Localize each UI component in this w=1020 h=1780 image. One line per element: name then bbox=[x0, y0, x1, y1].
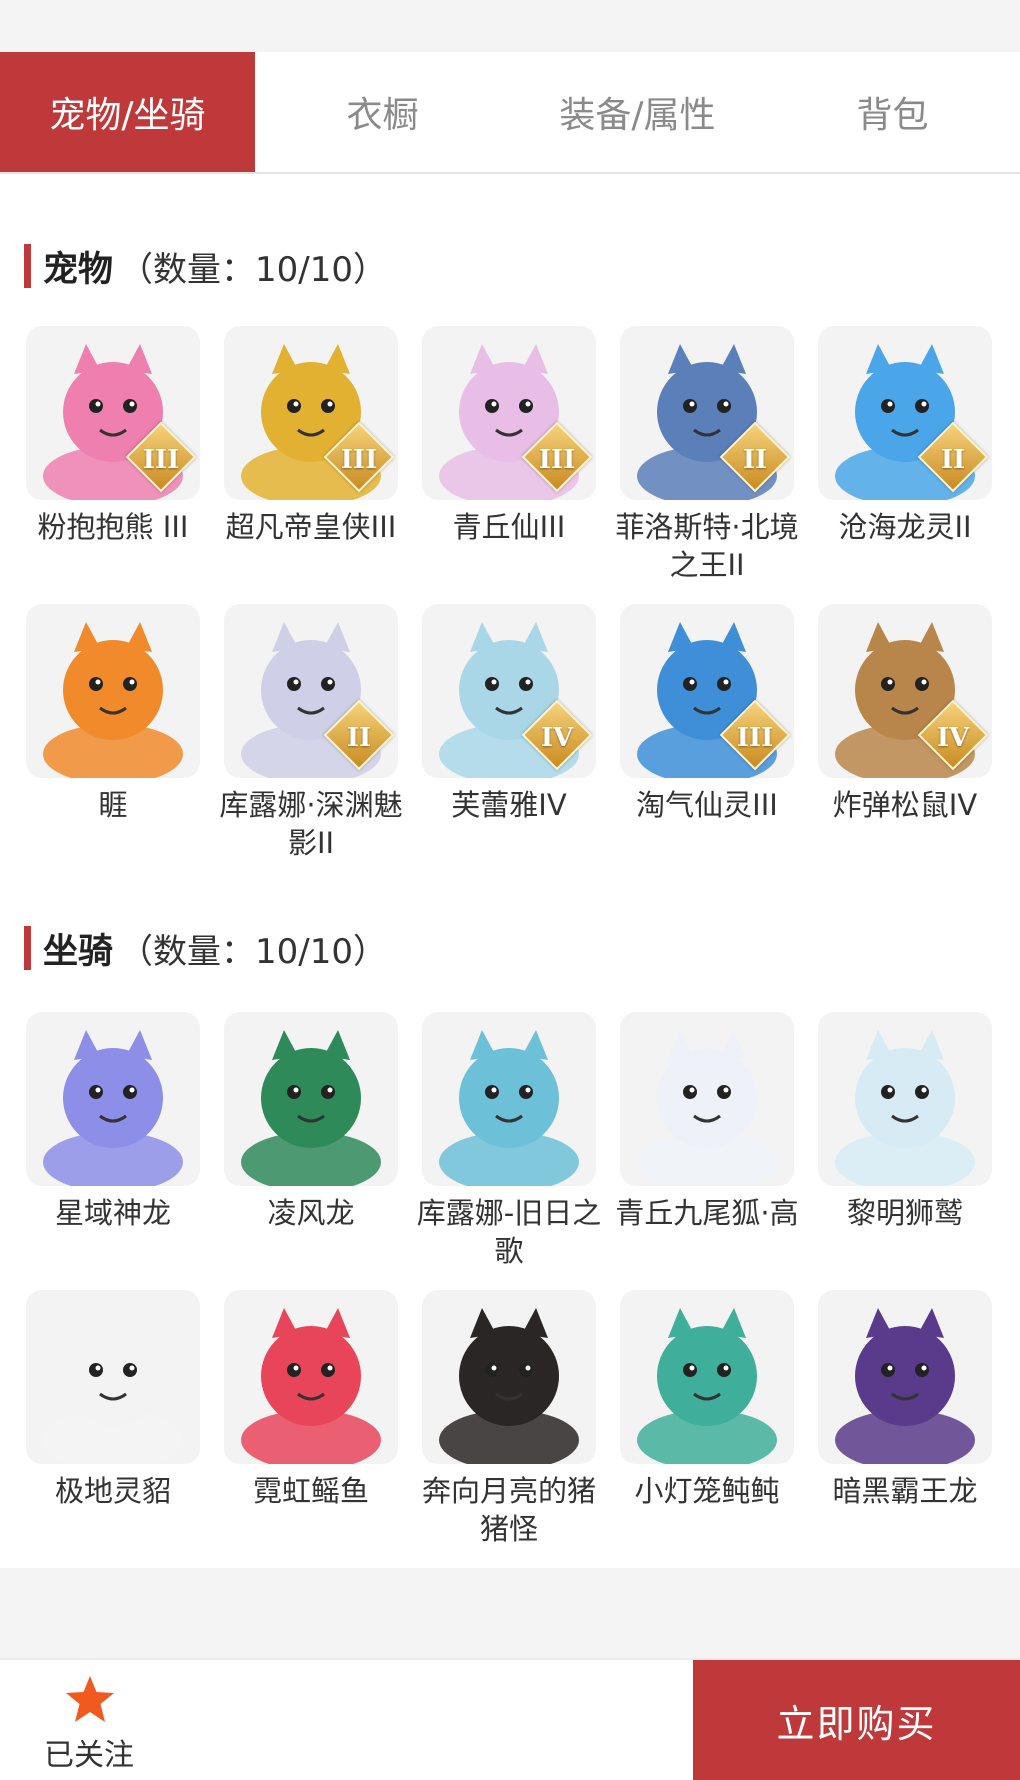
tier-badge-label: II bbox=[742, 444, 768, 475]
tier-badge-label: II bbox=[940, 444, 966, 475]
tier-badge-label: III bbox=[340, 444, 378, 475]
mount-item[interactable]: 黎明狮鹫 bbox=[818, 1012, 992, 1232]
section-accent-bar bbox=[24, 926, 31, 970]
pet-name: 芙蕾雅IV bbox=[451, 788, 567, 822]
pet-item[interactable]: III 粉抱抱熊 III bbox=[26, 326, 200, 546]
mounts-section-title: 坐骑 bbox=[43, 931, 114, 972]
sea-dragon-spirit-icon[interactable]: II bbox=[818, 326, 992, 500]
buy-now-button[interactable]: 立即购买 bbox=[693, 1660, 1020, 1780]
mount-name: 青丘九尾狐·高 bbox=[615, 1196, 799, 1230]
mount-item[interactable]: 极地灵貂 bbox=[26, 1290, 200, 1510]
pet-item[interactable]: II 库露娜·深渊魅影II bbox=[219, 604, 403, 862]
fire-dragon-icon[interactable] bbox=[26, 604, 200, 778]
tier-badge-label: III bbox=[736, 722, 774, 753]
pet-item[interactable]: III 淘气仙灵III bbox=[620, 604, 794, 824]
pets-section-count: （数量：10/10） bbox=[119, 249, 387, 290]
lantern-puffer-icon[interactable] bbox=[620, 1290, 794, 1464]
pets-section-title: 宠物 bbox=[43, 249, 114, 290]
mount-name: 凌风龙 bbox=[267, 1196, 355, 1230]
mount-name: 霓虹鳐鱼 bbox=[252, 1474, 369, 1508]
pet-item[interactable]: III 青丘仙III bbox=[422, 326, 596, 546]
pet-item[interactable]: III 超凡帝皇侠III bbox=[224, 326, 398, 546]
tab-backpack[interactable]: 背包 bbox=[765, 52, 1020, 172]
tier-badge-label: III bbox=[142, 444, 180, 475]
pet-name: 青丘仙III bbox=[452, 510, 566, 544]
pet-name: 沧海龙灵II bbox=[838, 510, 972, 544]
blue-puppy-icon[interactable]: III bbox=[620, 604, 794, 778]
section-accent-bar bbox=[24, 244, 31, 288]
mount-name: 暗黑霸王龙 bbox=[832, 1474, 978, 1508]
mount-name: 小灯笼鲀鲀 bbox=[634, 1474, 780, 1508]
nine-tail-fox-icon[interactable] bbox=[620, 1012, 794, 1186]
tier-badge-label: IV bbox=[936, 722, 970, 753]
mount-item[interactable]: 霓虹鳐鱼 bbox=[224, 1290, 398, 1510]
follow-button[interactable]: 已关注 bbox=[0, 1660, 693, 1780]
neon-ray-icon[interactable] bbox=[224, 1290, 398, 1464]
star-dragon-icon[interactable] bbox=[26, 1012, 200, 1186]
pet-name: 库露娜·深渊魅影II bbox=[219, 788, 403, 860]
pet-item[interactable]: IV 芙蕾雅IV bbox=[422, 604, 596, 824]
mount-name: 奔向月亮的猪猪怪 bbox=[421, 1474, 596, 1546]
griffin-icon[interactable] bbox=[818, 1012, 992, 1186]
mount-name: 库露娜-旧日之歌 bbox=[416, 1196, 602, 1268]
mount-item[interactable]: 暗黑霸王龙 bbox=[818, 1290, 992, 1510]
mount-item[interactable]: 星域神龙 bbox=[26, 1012, 200, 1232]
pet-name: 超凡帝皇侠III bbox=[225, 510, 397, 544]
mount-item[interactable]: 奔向月亮的猪猪怪 bbox=[422, 1290, 596, 1548]
pet-name: 粉抱抱熊 III bbox=[37, 510, 189, 544]
abyss-phantom-icon[interactable]: II bbox=[224, 604, 398, 778]
fox-fairy-icon[interactable]: III bbox=[422, 326, 596, 500]
dark-trex-icon[interactable] bbox=[818, 1290, 992, 1464]
mount-name: 黎明狮鹫 bbox=[846, 1196, 963, 1230]
tier-badge-label: IV bbox=[540, 722, 574, 753]
gold-armor-hero-icon[interactable]: III bbox=[224, 326, 398, 500]
bottom-action-bar: 已关注 立即购买 bbox=[0, 1658, 1020, 1780]
pets-section-header: 宠物 （数量：10/10） bbox=[24, 242, 387, 290]
tab-wardrobe[interactable]: 衣橱 bbox=[255, 52, 510, 172]
tab-equipment-attributes[interactable]: 装备/属性 bbox=[510, 52, 765, 172]
mount-item[interactable]: 库露娜-旧日之歌 bbox=[417, 1012, 601, 1270]
top-spacer bbox=[0, 0, 1020, 52]
main-content: 宠物 （数量：10/10） III 粉抱抱熊 III III 超凡帝皇侠III III 青… bbox=[0, 174, 1020, 1568]
pet-item[interactable]: II 菲洛斯特·北境之王II bbox=[615, 326, 799, 584]
pet-name: 炸弹松鼠IV bbox=[832, 788, 978, 822]
tier-badge-label: III bbox=[538, 444, 576, 475]
tier-badge-label: II bbox=[346, 722, 372, 753]
pet-item[interactable]: IV 炸弹松鼠IV bbox=[818, 604, 992, 824]
polar-mink-icon[interactable] bbox=[26, 1290, 200, 1464]
mount-name: 星域神龙 bbox=[54, 1196, 171, 1230]
moon-pig-icon[interactable] bbox=[422, 1290, 596, 1464]
mounts-section-count: （数量：10/10） bbox=[119, 931, 387, 972]
pet-name: 淘气仙灵III bbox=[636, 788, 778, 822]
mount-name: 极地灵貂 bbox=[54, 1474, 171, 1508]
mount-item[interactable]: 小灯笼鲀鲀 bbox=[620, 1290, 794, 1510]
pet-item[interactable]: II 沧海龙灵II bbox=[818, 326, 992, 546]
tab-pets-mounts[interactable]: 宠物/坐骑 bbox=[0, 52, 255, 172]
pink-bear-icon[interactable]: III bbox=[26, 326, 200, 500]
pet-name: 菲洛斯特·北境之王II bbox=[615, 510, 799, 582]
mount-item[interactable]: 青丘九尾狐·高 bbox=[615, 1012, 799, 1232]
valkyrie-icon[interactable]: IV bbox=[422, 604, 596, 778]
wind-dragon-icon[interactable] bbox=[224, 1012, 398, 1186]
star-icon bbox=[66, 1676, 114, 1722]
pet-name: 睚 bbox=[98, 788, 128, 822]
follow-label: 已关注 bbox=[44, 1738, 134, 1773]
bomb-squirrel-icon[interactable]: IV bbox=[818, 604, 992, 778]
mounts-section-header: 坐骑 （数量：10/10） bbox=[24, 924, 387, 972]
tab-bar: 宠物/坐骑 衣橱 装备/属性 背包 bbox=[0, 52, 1020, 174]
frost-king-icon[interactable]: II bbox=[620, 326, 794, 500]
mount-item[interactable]: 凌风龙 bbox=[224, 1012, 398, 1232]
old-song-girl-icon[interactable] bbox=[422, 1012, 596, 1186]
pet-item[interactable]: 睚 bbox=[26, 604, 200, 824]
